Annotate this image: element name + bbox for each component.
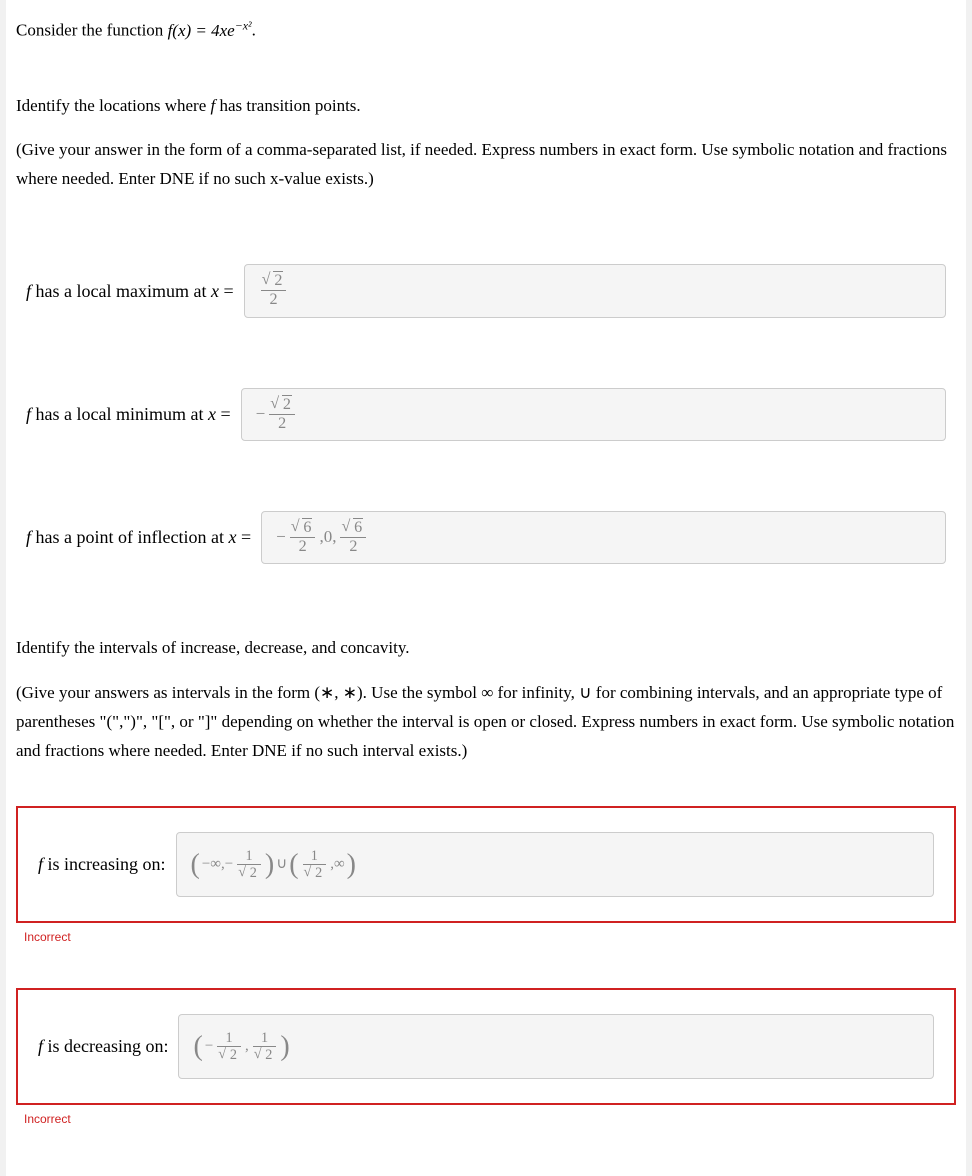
inflection-input[interactable]: − 6 2 ,0, 6 2 (261, 511, 946, 564)
decreasing-frame: f is decreasing on: (− 1 2 , 1 2 ) (16, 988, 956, 1106)
increasing-input[interactable]: (−∞,− 1 2 )∪( 1 2 ,∞) (176, 832, 935, 898)
local-min-label: f has a local minimum at x = (26, 399, 231, 430)
inflection-row: f has a point of inflection at x = − 6 2… (16, 511, 956, 564)
page-container: Consider the function f(x) = 4xe−x². Ide… (6, 0, 966, 1176)
intro-prefix: Consider the function (16, 21, 168, 40)
local-max-input[interactable]: 2 2 (244, 264, 946, 317)
increasing-feedback: Incorrect (24, 927, 956, 947)
increasing-label: f is increasing on: (38, 849, 166, 880)
decreasing-feedback: Incorrect (24, 1109, 956, 1129)
part2-instructions: (Give your answers as intervals in the f… (16, 679, 956, 766)
local-min-row: f has a local minimum at x = − 2 2 (16, 388, 956, 441)
local-max-label: f has a local maximum at x = (26, 276, 234, 307)
intro-suffix: . (252, 21, 256, 40)
function-expr: f(x) = 4xe−x² (168, 21, 252, 40)
decreasing-input[interactable]: (− 1 2 , 1 2 ) (178, 1014, 934, 1080)
increasing-frame: f is increasing on: (−∞,− 1 2 )∪( 1 2 ,∞… (16, 806, 956, 924)
inflection-label: f has a point of inflection at x = (26, 522, 251, 553)
decreasing-label: f is decreasing on: (38, 1031, 168, 1062)
part1-prompt: Identify the locations where f has trans… (16, 92, 956, 121)
function-definition: Consider the function f(x) = 4xe−x². (16, 15, 956, 46)
part2-prompt: Identify the intervals of increase, decr… (16, 634, 956, 663)
local-min-input[interactable]: − 2 2 (241, 388, 946, 441)
local-max-row: f has a local maximum at x = 2 2 (16, 264, 956, 317)
part1-instructions: (Give your answer in the form of a comma… (16, 136, 956, 194)
